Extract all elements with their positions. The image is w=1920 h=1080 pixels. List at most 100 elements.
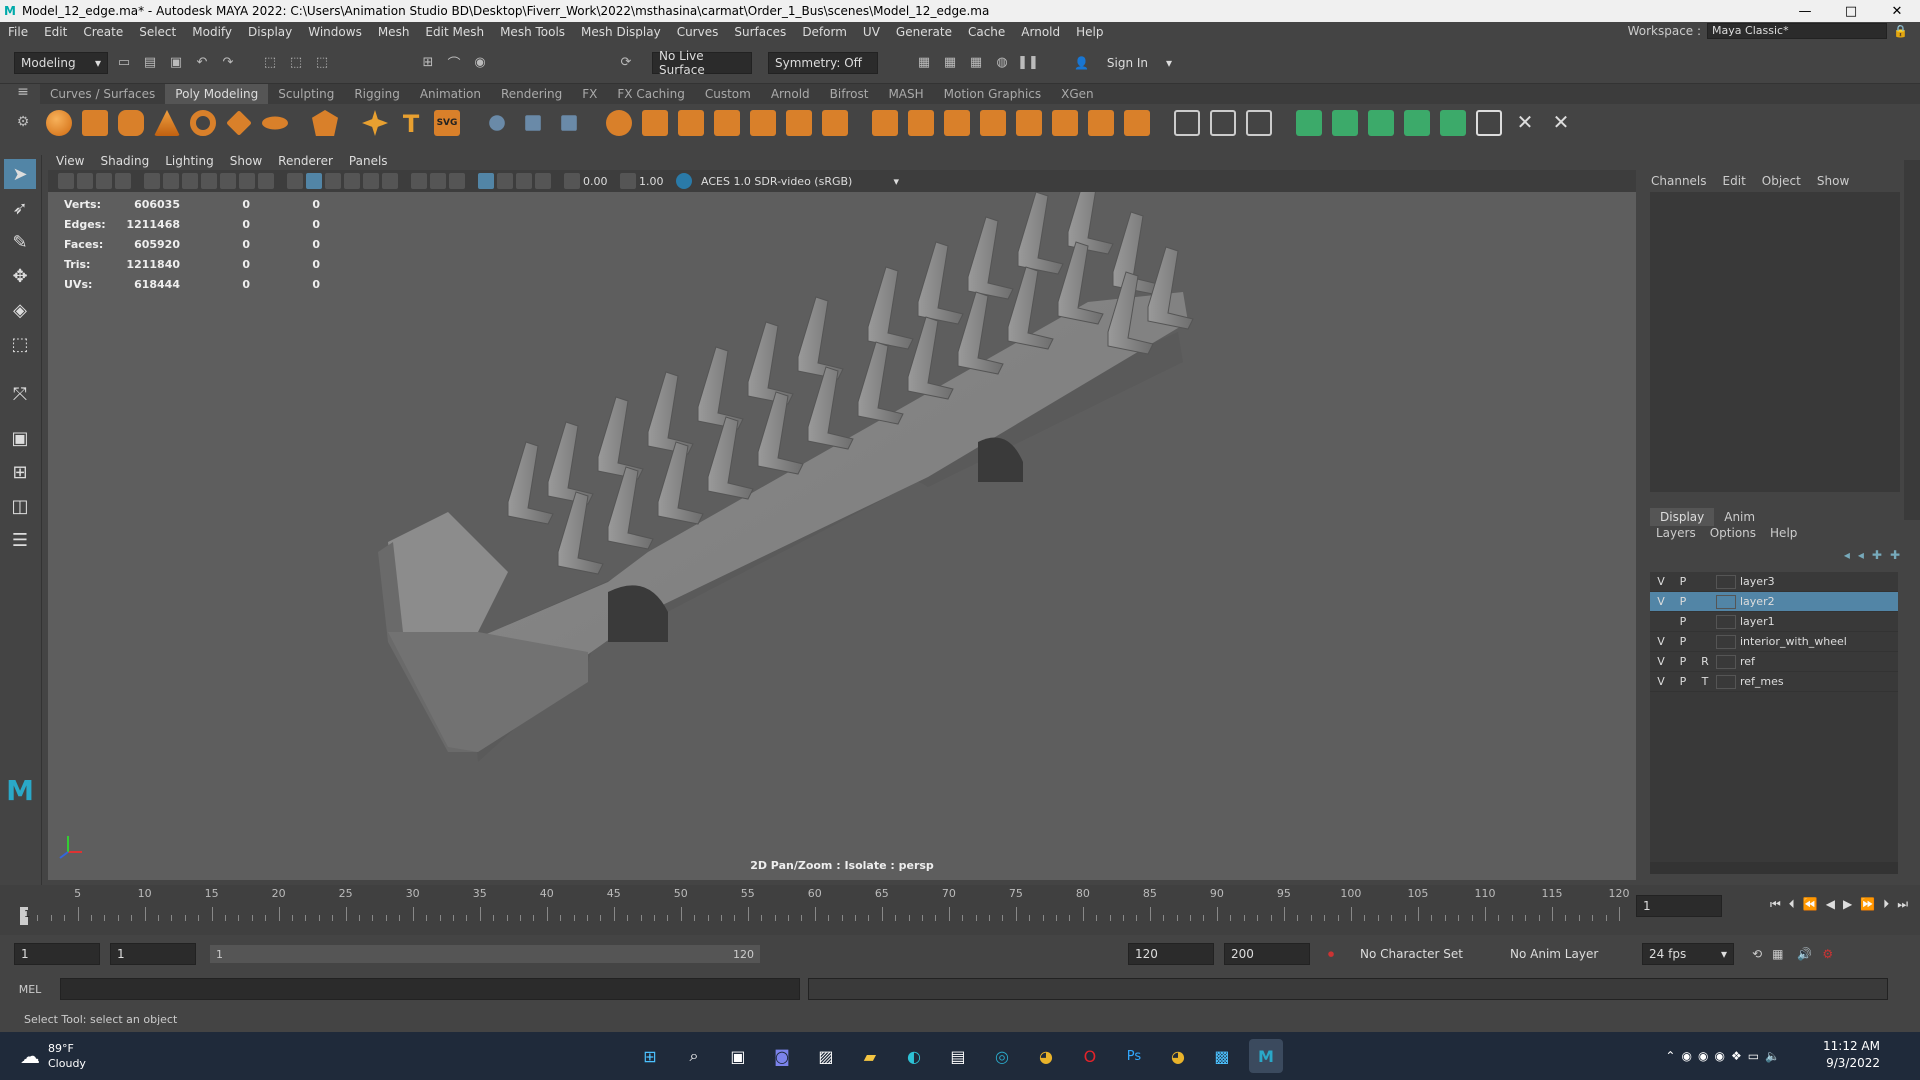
boolean-icon[interactable] bbox=[822, 110, 848, 136]
photoshop-icon[interactable]: Ps bbox=[1117, 1039, 1151, 1073]
photos-icon[interactable]: ▩ bbox=[1205, 1039, 1239, 1073]
extract-icon[interactable] bbox=[678, 110, 704, 136]
menu-edit[interactable]: Edit bbox=[36, 25, 75, 39]
backface-culling-icon[interactable] bbox=[535, 173, 551, 189]
poke-icon[interactable] bbox=[1088, 110, 1114, 136]
uv-layout-icon[interactable] bbox=[1476, 110, 1502, 136]
layer-color-swatch[interactable] bbox=[1716, 594, 1736, 609]
range-slider[interactable]: 1 120 bbox=[210, 945, 760, 963]
layer-playback[interactable]: P bbox=[1672, 575, 1694, 588]
edge-icon[interactable]: ◐ bbox=[897, 1039, 931, 1073]
menu-edit-mesh[interactable]: Edit Mesh bbox=[417, 25, 492, 39]
color-management-icon[interactable] bbox=[676, 173, 692, 189]
single-view-icon[interactable]: ▣ bbox=[4, 423, 36, 453]
field-chart-icon[interactable] bbox=[220, 173, 236, 189]
snap-together-icon[interactable] bbox=[561, 115, 577, 131]
menu-file[interactable]: File bbox=[0, 25, 36, 39]
menu-mesh-tools[interactable]: Mesh Tools bbox=[492, 25, 573, 39]
ipr-render-icon[interactable]: ▦ bbox=[940, 53, 960, 73]
opera-icon[interactable]: O bbox=[1073, 1039, 1107, 1073]
menu-mesh-display[interactable]: Mesh Display bbox=[573, 25, 669, 39]
tray-app-icon[interactable]: ◉ bbox=[1698, 1048, 1708, 1065]
layer-row[interactable]: V Player3 bbox=[1650, 572, 1898, 592]
cb-menu-show[interactable]: Show bbox=[1817, 174, 1849, 188]
minimize-button[interactable]: — bbox=[1782, 0, 1828, 22]
menu-select[interactable]: Select bbox=[131, 25, 184, 39]
fps-dropdown[interactable]: 24 fps ▾ bbox=[1642, 943, 1735, 965]
wireframe-icon[interactable] bbox=[287, 173, 303, 189]
hamburger-icon[interactable]: ≡ bbox=[8, 84, 38, 100]
separate-icon[interactable] bbox=[642, 110, 668, 136]
layer-playback[interactable]: P bbox=[1672, 595, 1694, 608]
uv-editor-icon[interactable] bbox=[1296, 110, 1322, 136]
mel-label[interactable]: MEL bbox=[0, 983, 60, 996]
layer-visibility[interactable]: V bbox=[1650, 655, 1672, 668]
go-to-start-icon[interactable]: ⏮ bbox=[1770, 897, 1781, 912]
move-layer-up-icon[interactable]: ◂ bbox=[1844, 548, 1850, 568]
tray-app-icon[interactable]: ◉ bbox=[1681, 1048, 1691, 1065]
playback-start-field[interactable]: 1 bbox=[110, 943, 196, 965]
textured-icon[interactable] bbox=[344, 173, 360, 189]
volume-icon[interactable]: 🔈 bbox=[1765, 1048, 1780, 1065]
last-tool-icon[interactable]: ⤧ bbox=[4, 379, 36, 409]
step-back-frame-icon[interactable]: ⏴ bbox=[1789, 897, 1795, 912]
anim-layer-dropdown[interactable]: No Anim Layer bbox=[1504, 943, 1625, 965]
weather-widget[interactable]: ☁ 89°F Cloudy bbox=[20, 1041, 86, 1071]
sculpt-tool-icon[interactable] bbox=[489, 115, 505, 131]
grid-icon[interactable] bbox=[144, 173, 160, 189]
gamma-icon[interactable] bbox=[620, 173, 636, 189]
shelf-tab-rigging[interactable]: Rigging bbox=[344, 84, 409, 104]
side-tabs[interactable] bbox=[1904, 160, 1920, 520]
poly-cone-icon[interactable] bbox=[154, 110, 180, 136]
layer-row[interactable]: Player1 bbox=[1650, 612, 1898, 632]
mel-input[interactable] bbox=[60, 978, 800, 1000]
step-back-key-icon[interactable]: ⏪ bbox=[1803, 897, 1818, 912]
layer-visibility[interactable]: V bbox=[1650, 675, 1672, 688]
poly-torus-icon[interactable] bbox=[190, 110, 216, 136]
outliner-view-icon[interactable]: ☰ bbox=[4, 525, 36, 555]
smooth-shade-icon[interactable] bbox=[306, 173, 322, 189]
lasso-tool-icon[interactable]: ➶ bbox=[4, 193, 36, 223]
layer-color-swatch[interactable] bbox=[1716, 634, 1736, 649]
reduce-icon[interactable] bbox=[750, 110, 776, 136]
wedge-icon[interactable] bbox=[1124, 110, 1150, 136]
spherical-mapping-icon[interactable] bbox=[1404, 110, 1430, 136]
step-forward-key-icon[interactable]: ⏩ bbox=[1860, 897, 1875, 912]
shelf-tab-poly-modeling[interactable]: Poly Modeling bbox=[165, 84, 269, 104]
isolate-select-icon[interactable] bbox=[478, 173, 494, 189]
character-set-dropdown[interactable]: No Character Set bbox=[1354, 943, 1495, 965]
anti-aliasing-icon[interactable] bbox=[449, 173, 465, 189]
time-slider[interactable]: 5 10 15 20 25 30 35 40 45 50 55 60 65 70 75 80 85 90 95 100… bbox=[0, 885, 1920, 935]
gamma-value[interactable]: 1.00 bbox=[639, 175, 673, 188]
merge-icon[interactable] bbox=[1016, 110, 1042, 136]
cylindrical-mapping-icon[interactable] bbox=[1368, 110, 1394, 136]
scale-tool-icon[interactable]: ⬚ bbox=[4, 329, 36, 359]
shelf-tab-mash[interactable]: MASH bbox=[878, 84, 933, 104]
time-ruler[interactable]: 5 10 15 20 25 30 35 40 45 50 55 60 65 70 75 80 85 90 95 100… bbox=[20, 885, 1630, 925]
close-button[interactable]: ✕ bbox=[1874, 0, 1920, 22]
menu-surfaces[interactable]: Surfaces bbox=[726, 25, 794, 39]
dropbox-icon[interactable]: ❖ bbox=[1731, 1048, 1742, 1065]
type-icon[interactable]: T bbox=[398, 110, 424, 138]
network-icon[interactable]: ▭ bbox=[1748, 1048, 1759, 1065]
poly-plane-icon[interactable] bbox=[226, 110, 252, 136]
vp-menu-view[interactable]: View bbox=[48, 154, 92, 168]
pause-icon[interactable]: ❚❚ bbox=[1017, 53, 1039, 73]
poly-cube-icon[interactable] bbox=[82, 110, 108, 136]
live-surface-field[interactable]: No Live Surface bbox=[652, 49, 752, 77]
append-icon[interactable] bbox=[980, 110, 1006, 136]
shelf-tab-fx-caching[interactable]: FX Caching bbox=[607, 84, 694, 104]
open-scene-icon[interactable]: ▤ bbox=[140, 53, 160, 73]
poly-cylinder-icon[interactable] bbox=[118, 110, 144, 136]
tray-app-icon[interactable]: ◉ bbox=[1714, 1048, 1724, 1065]
four-view-icon[interactable]: ⊞ bbox=[4, 457, 36, 487]
menu-curves[interactable]: Curves bbox=[669, 25, 727, 39]
layer-row[interactable]: V P Rref bbox=[1650, 652, 1898, 672]
current-frame-field[interactable]: 1 bbox=[1636, 895, 1722, 917]
shelf-options[interactable]: ≡ ⚙ bbox=[8, 84, 38, 144]
chrome-icon[interactable]: ◕ bbox=[1029, 1039, 1063, 1073]
safe-action-icon[interactable] bbox=[239, 173, 255, 189]
layer-row[interactable]: V Pinterior_with_wheel bbox=[1650, 632, 1898, 652]
move-tool-icon[interactable]: ✥ bbox=[4, 261, 36, 291]
layer-playback[interactable]: P bbox=[1672, 655, 1694, 668]
